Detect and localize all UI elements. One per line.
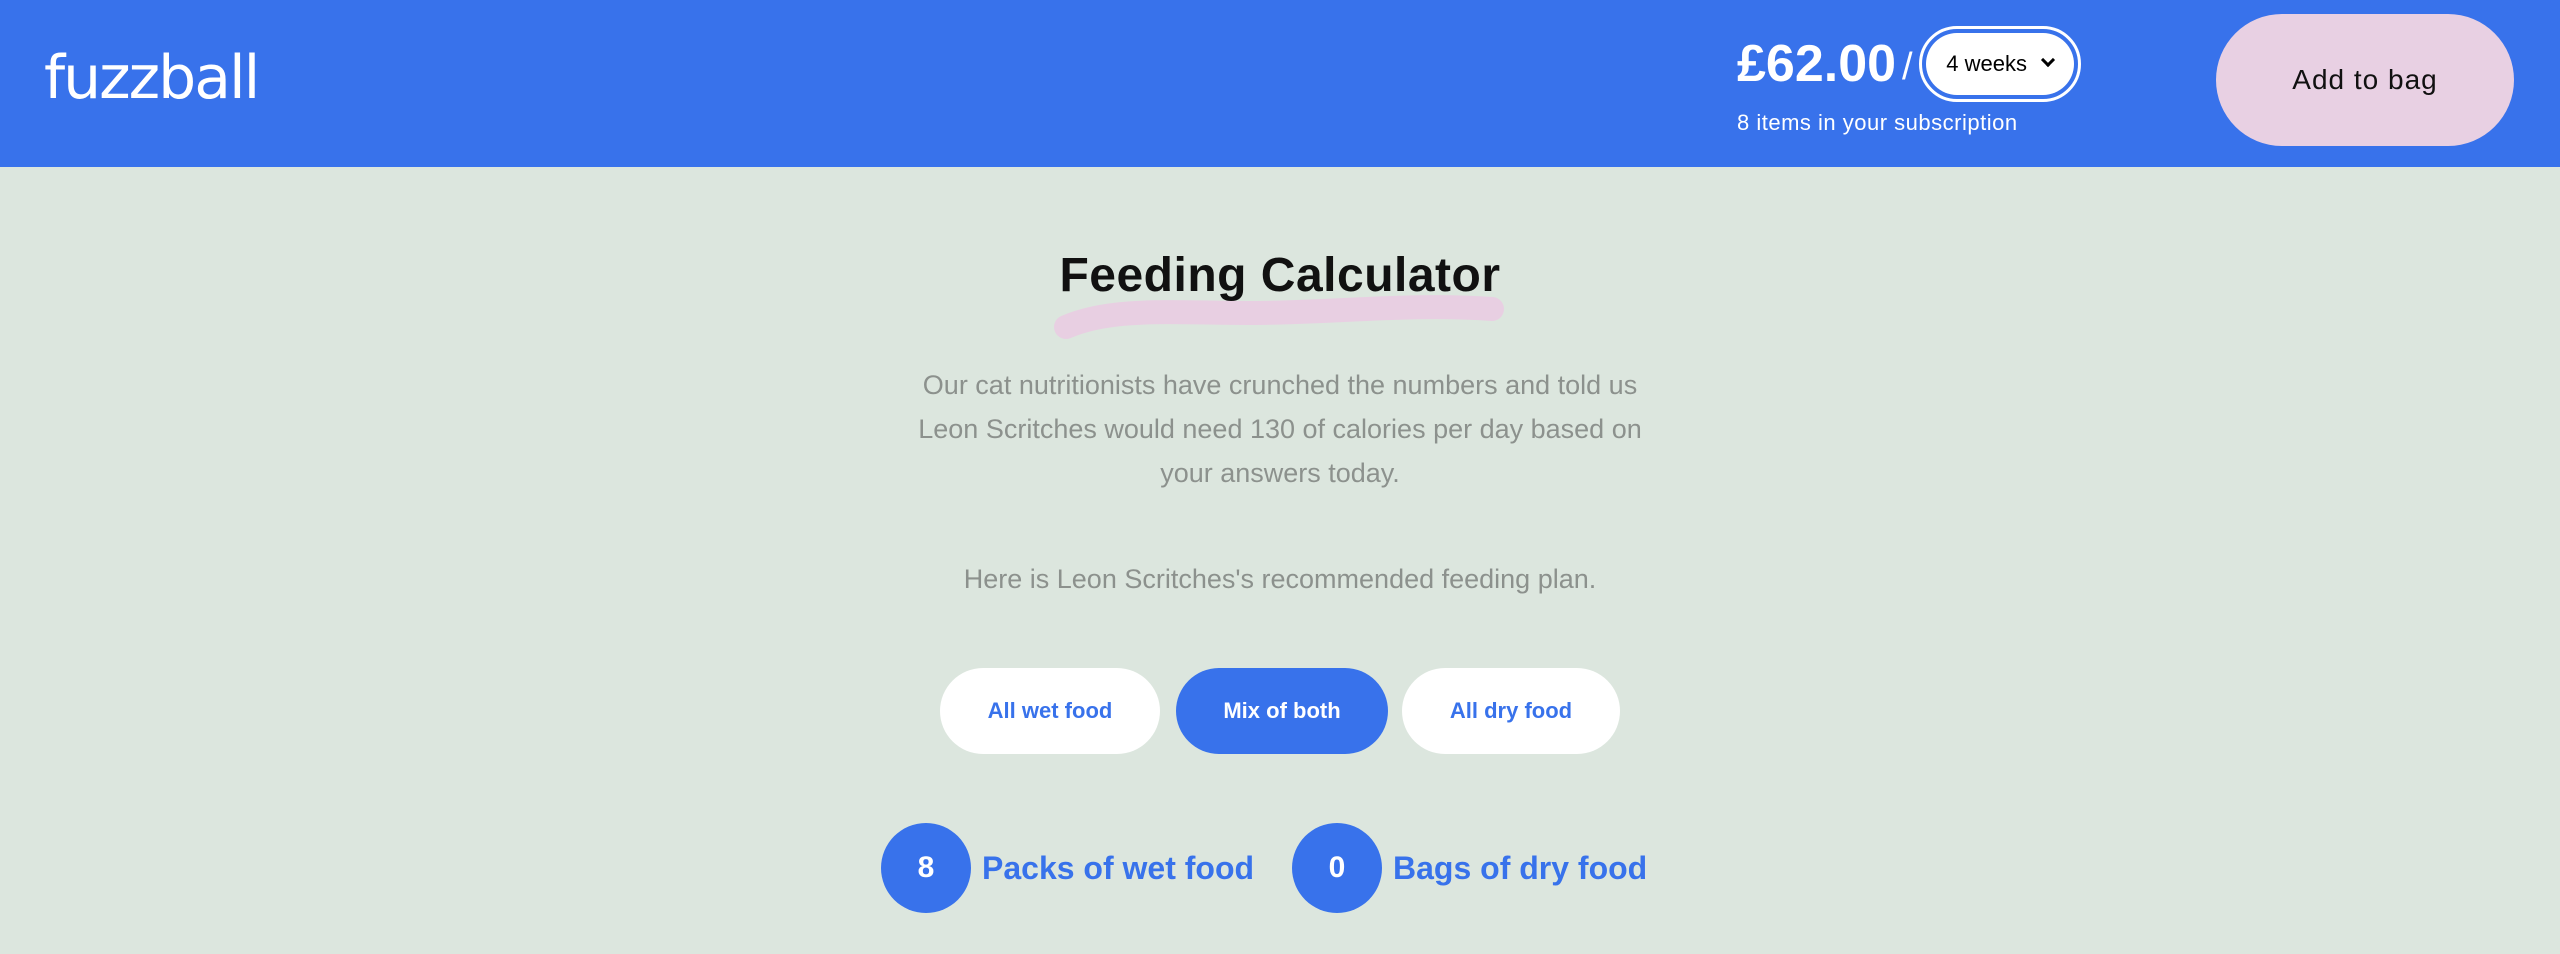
price-separator: / <box>1902 46 1913 88</box>
subscription-price: £62.00 <box>1737 35 1897 93</box>
all-wet-food-button[interactable]: All wet food <box>940 668 1160 754</box>
title-wrap: Feeding Calculator <box>0 247 2560 305</box>
wet-food-count-badge: 8 <box>881 823 971 913</box>
top-header: fuzzball £62.00 / 4 weeks 8 items in you… <box>0 0 2560 167</box>
price-row: £62.00 / 4 weeks <box>1737 26 2081 102</box>
frequency-select[interactable]: 4 weeks <box>1918 26 2081 102</box>
dry-food-count-label: Bags of dry food <box>1393 850 1648 886</box>
fuzzball-logo[interactable]: fuzzball <box>44 42 260 114</box>
feeding-calculator-section: Feeding Calculator Our cat nutritionists… <box>0 167 2560 954</box>
dry-food-count-badge: 0 <box>1292 823 1382 913</box>
subscription-item-count: 8 items in your subscription <box>1737 110 2018 135</box>
all-dry-food-button[interactable]: All dry food <box>1402 668 1620 754</box>
frequency-select-inner[interactable]: 4 weeks <box>1925 33 2074 95</box>
calorie-description: Our cat nutritionists have crunched the … <box>918 370 1642 488</box>
subscription-summary: £62.00 / 4 weeks 8 items in your subscri… <box>1737 26 2081 136</box>
chevron-down-icon <box>2040 52 2056 68</box>
wet-food-count-label: Packs of wet food <box>982 850 1255 886</box>
add-to-bag-button[interactable]: Add to bag <box>2216 14 2514 146</box>
page-title: Feeding Calculator <box>1059 249 1501 302</box>
mix-of-both-button[interactable]: Mix of both <box>1176 668 1388 754</box>
feeding-plan-intro: Here is Leon Scritches's recommended fee… <box>963 564 1597 594</box>
frequency-value: 4 weeks <box>1946 51 2027 76</box>
